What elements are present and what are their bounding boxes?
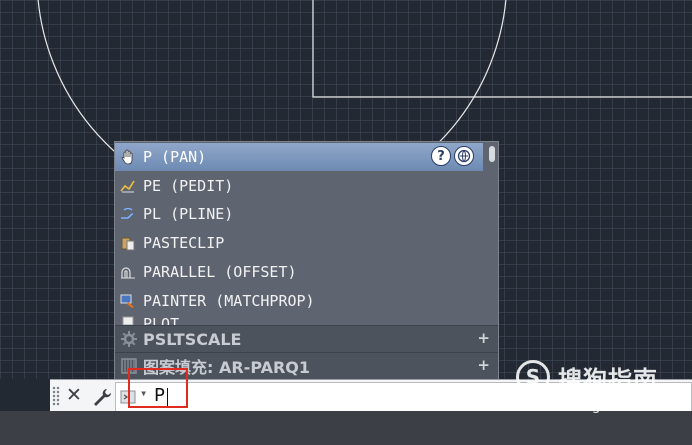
section-psltscale[interactable]: PSLTSCALE + <box>115 325 498 352</box>
autocomplete-item-label: PAINTER (MATCHPROP) <box>143 291 315 310</box>
watermark-url: zhinan.sogou.com <box>516 398 660 414</box>
help-icon[interactable]: ? <box>431 146 451 166</box>
sogou-logo-icon: S <box>516 360 550 394</box>
grip-handle[interactable] <box>52 386 60 406</box>
autocomplete-item-label: PL (PLINE) <box>143 205 234 224</box>
watermark: S 搜狗指南 zhinan.sogou.com <box>516 356 686 418</box>
autocomplete-item-label: PARALLEL (OFFSET) <box>143 262 297 281</box>
autocomplete-item-label: PE (PEDIT) <box>143 176 234 195</box>
autocomplete-scrollbar[interactable] <box>487 144 497 324</box>
hand-pan-icon <box>119 148 137 166</box>
expand-icon[interactable]: + <box>477 329 490 347</box>
annotation-highlight-box <box>128 368 188 408</box>
autocomplete-item[interactable]: PL (PLINE) <box>115 200 483 228</box>
autocomplete-popup: P (PAN) PE (PEDIT) PL (PLINE) PASTECLIP PARA… <box>114 141 499 382</box>
autocomplete-item[interactable]: PARALLEL (OFFSET) <box>115 258 483 286</box>
wrench-icon[interactable] <box>90 384 112 408</box>
autocomplete-item-label: PASTECLIP <box>143 234 225 253</box>
pedit-icon <box>119 177 137 195</box>
autocomplete-item-label: P (PAN) <box>143 148 207 166</box>
section-label: PSLTSCALE <box>143 329 242 349</box>
scroll-thumb[interactable] <box>489 146 495 162</box>
match-properties-icon <box>119 292 137 310</box>
help-buttons: ? <box>431 146 474 166</box>
autocomplete-item[interactable]: PE (PEDIT) <box>115 172 483 200</box>
paste-icon <box>119 234 137 252</box>
watermark-title: 搜狗指南 <box>558 366 658 394</box>
gear-icon <box>121 331 137 347</box>
expand-icon[interactable]: + <box>477 356 490 374</box>
close-icon[interactable]: ✕ <box>64 383 84 407</box>
globe-search-icon[interactable] <box>454 146 474 166</box>
autocomplete-item[interactable]: P (PAN) <box>115 143 483 171</box>
drawn-rectangle <box>312 0 692 98</box>
autocomplete-item[interactable]: PAINTER (MATCHPROP) <box>115 287 483 315</box>
pline-icon <box>119 205 137 223</box>
canvas-strip <box>0 379 50 411</box>
offset-icon <box>119 263 137 281</box>
autocomplete-item[interactable]: PASTECLIP <box>115 229 483 257</box>
